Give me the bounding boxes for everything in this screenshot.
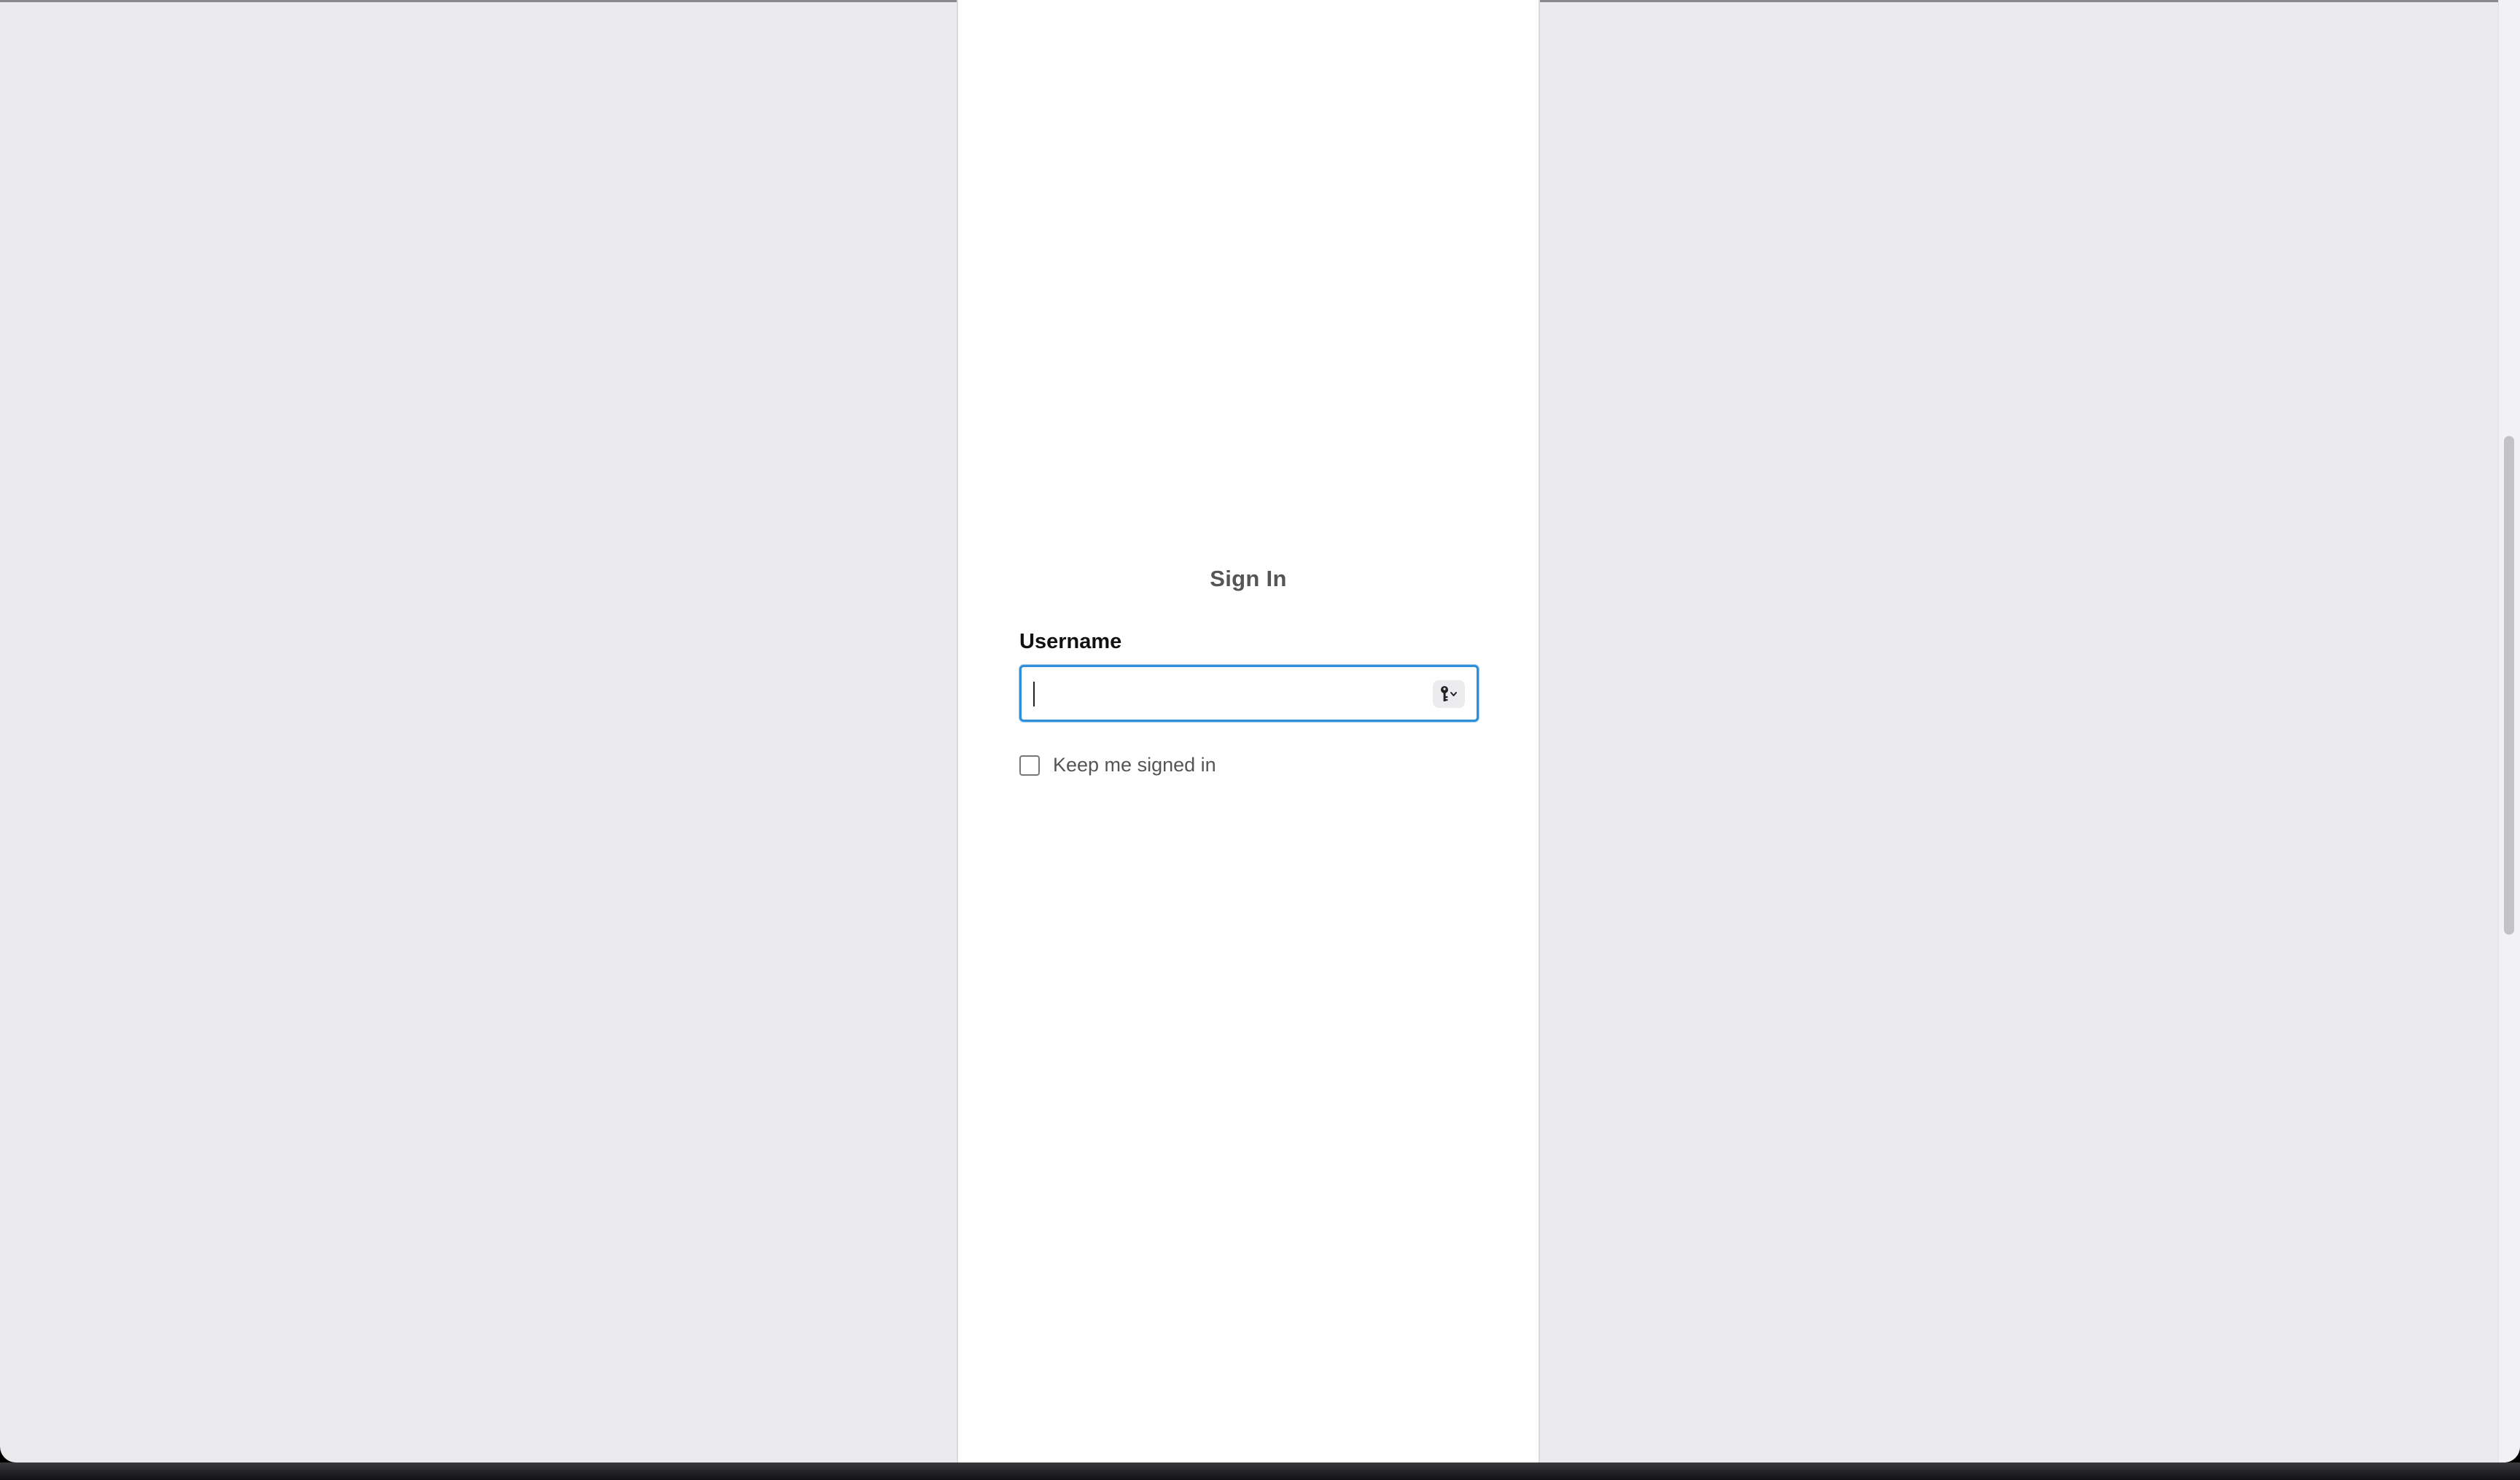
keep-signed-in-row[interactable]: Keep me signed in [1019,754,1216,776]
keychain-autofill-button[interactable] [1433,680,1465,708]
username-field-container[interactable] [1019,665,1479,722]
key-icon [1441,686,1457,701]
scrollbar-thumb[interactable] [2504,436,2514,935]
keep-signed-in-label[interactable]: Keep me signed in [1053,754,1216,776]
vertical-scrollbar[interactable] [2498,0,2520,1463]
username-input[interactable] [1032,673,1399,715]
text-caret [1033,682,1035,706]
window-bottom-edge [0,1463,2520,1480]
keep-signed-in-checkbox[interactable] [1019,755,1040,776]
page-title: Sign In [1210,566,1287,591]
login-panel: Sign In Username Keep me signed in [957,0,1540,1463]
username-label: Username [1019,630,1122,653]
browser-viewport: Sign In Username Keep me signed in [0,0,2520,1463]
